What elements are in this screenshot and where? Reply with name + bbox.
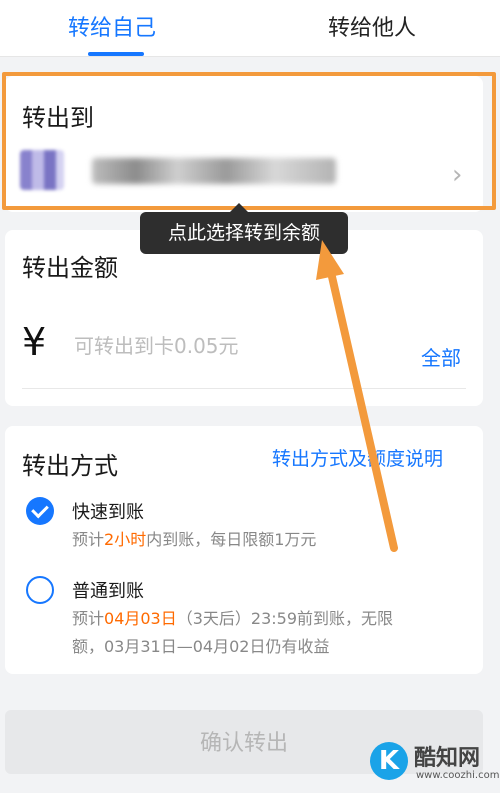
amount-divider — [22, 388, 466, 389]
tab-bar: 转给自己 转给他人 — [0, 0, 500, 57]
normal-arrival-radio-icon[interactable] — [26, 576, 54, 604]
highlight-box — [2, 72, 496, 210]
watermark: K 酷知网 www.coozhi.com — [360, 740, 500, 790]
normal-desc-line1-suffix: （3天后）23:59前到账，无限 — [176, 609, 394, 628]
fast-desc-prefix: 预计 — [72, 530, 105, 549]
currency-symbol: ¥ — [22, 320, 47, 364]
watermark-logo-icon: K — [370, 742, 408, 780]
watermark-name: 酷知网 — [414, 746, 481, 771]
tooltip-select-balance: 点此选择转到余额 — [140, 203, 348, 254]
transfer-all-link[interactable]: 全部 — [421, 342, 461, 371]
normal-desc-prefix: 预计 — [72, 609, 105, 628]
fast-arrival-desc: 预计2小时内到账，每日限额1万元 — [72, 526, 316, 554]
fast-arrival-title[interactable]: 快速到账 — [72, 498, 144, 524]
amount-title: 转出金额 — [22, 254, 118, 282]
fast-arrival-radio-checked-icon[interactable] — [26, 497, 54, 525]
normal-arrival-desc-line1: 预计04月03日（3天后）23:59前到账，无限 — [72, 605, 393, 633]
tab-transfer-to-others[interactable]: 转给他人 — [328, 10, 416, 42]
active-tab-indicator — [88, 52, 144, 56]
tab-transfer-to-self[interactable]: 转给自己 — [68, 10, 156, 42]
watermark-url: www.coozhi.com — [416, 770, 500, 781]
normal-arrival-title[interactable]: 普通到账 — [72, 577, 144, 603]
amount-input[interactable] — [72, 330, 376, 362]
method-explain-link[interactable]: 转出方式及额度说明 — [272, 444, 443, 471]
normal-desc-highlight: 04月03日 — [104, 609, 177, 628]
fast-desc-suffix: 内到账，每日限额1万元 — [146, 530, 317, 549]
fast-desc-highlight: 2小时 — [104, 530, 147, 549]
transfer-method-title: 转出方式 — [22, 452, 118, 480]
normal-arrival-desc-line2: 额，03月31日—04月02日仍有收益 — [72, 637, 330, 656]
